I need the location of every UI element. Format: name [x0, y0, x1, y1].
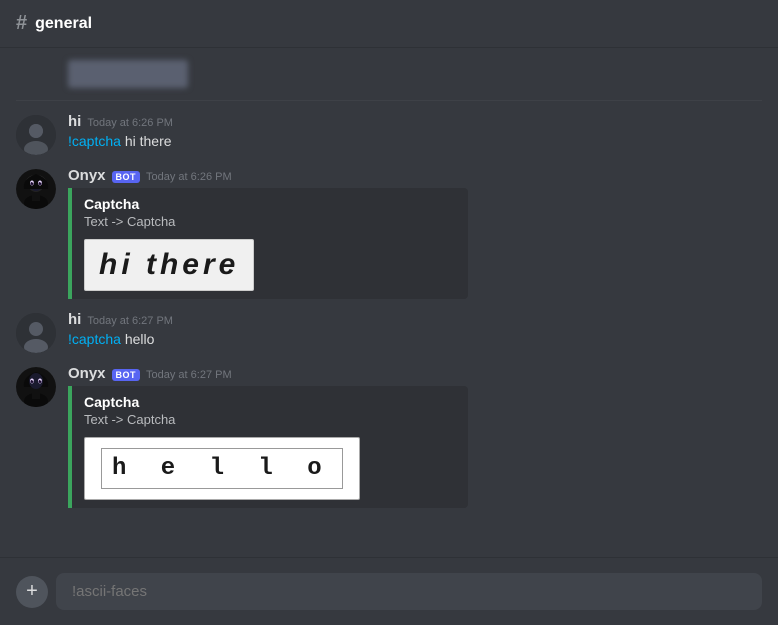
captcha-text-1: hi there	[99, 248, 239, 281]
avatar-hi-1-img	[16, 115, 56, 155]
channel-name: general	[35, 15, 92, 33]
avatar-onyx-2-img	[16, 367, 56, 407]
embed-1: Captcha Text -> Captcha hi there	[68, 188, 468, 299]
avatar-onyx-2	[16, 367, 56, 407]
timestamp-onyx-1: Today at 6:26 PM	[146, 171, 232, 183]
message-rest-hi-2: hello	[121, 331, 154, 347]
username-hi-2: hi	[68, 311, 81, 328]
message-group-onyx-1: Onyx BOT Today at 6:26 PM Captcha Text -…	[0, 163, 778, 303]
message-header-hi-1: hi Today at 6:26 PM	[68, 113, 762, 130]
embed-field-1: Text -> Captcha	[84, 214, 456, 229]
message-header-onyx-1: Onyx BOT Today at 6:26 PM	[68, 167, 762, 184]
timestamp-hi-1: Today at 6:26 PM	[87, 117, 173, 129]
message-rest-hi-1: hi there	[121, 133, 172, 149]
messages-container: hi Today at 6:26 PM !captcha hi there	[0, 48, 778, 603]
message-text-hi-2: !captcha hello	[68, 330, 762, 350]
timestamp-onyx-2: Today at 6:27 PM	[146, 369, 232, 381]
avatar-hi-1	[16, 115, 56, 155]
input-bar: +	[0, 557, 778, 625]
username-hi-1: hi	[68, 113, 81, 130]
message-text-hi-1: !captcha hi there	[68, 132, 762, 152]
captcha-text-2: h e l l o	[101, 448, 343, 489]
message-content-hi-2: hi Today at 6:27 PM !captcha hello	[68, 311, 762, 353]
message-content-onyx-1: Onyx BOT Today at 6:26 PM Captcha Text -…	[68, 167, 762, 299]
avatar-onyx-1-img	[16, 169, 56, 209]
command-hi-2: !captcha	[68, 331, 121, 347]
blurred-content	[68, 60, 188, 88]
bot-badge-2: BOT	[112, 369, 141, 381]
embed-title-1: Captcha	[84, 196, 456, 212]
timestamp-hi-2: Today at 6:27 PM	[87, 315, 173, 327]
message-header-onyx-2: Onyx BOT Today at 6:27 PM	[68, 365, 762, 382]
divider-1	[16, 100, 762, 101]
blurred-message	[0, 56, 778, 92]
channel-header: # general	[0, 0, 778, 48]
add-file-button[interactable]: +	[16, 576, 48, 608]
hash-icon: #	[16, 12, 27, 35]
captcha-image-2: h e l l o	[84, 437, 360, 500]
avatar-onyx-1	[16, 169, 56, 209]
embed-field-2: Text -> Captcha	[84, 412, 456, 427]
message-group-onyx-2: Onyx BOT Today at 6:27 PM Captcha Text -…	[0, 361, 778, 512]
embed-title-2: Captcha	[84, 394, 456, 410]
avatar-hi-2-img	[16, 313, 56, 353]
captcha-image-1: hi there	[84, 239, 254, 291]
message-group-hi-1: hi Today at 6:26 PM !captcha hi there	[0, 109, 778, 159]
message-content-hi-1: hi Today at 6:26 PM !captcha hi there	[68, 113, 762, 155]
avatar-hi-2	[16, 313, 56, 353]
command-hi-1: !captcha	[68, 133, 121, 149]
bot-badge-1: BOT	[112, 171, 141, 183]
username-onyx-2: Onyx	[68, 365, 106, 382]
username-onyx-1: Onyx	[68, 167, 106, 184]
embed-2: Captcha Text -> Captcha h e l l o	[68, 386, 468, 508]
message-header-hi-2: hi Today at 6:27 PM	[68, 311, 762, 328]
message-group-hi-2: hi Today at 6:27 PM !captcha hello	[0, 307, 778, 357]
message-input[interactable]	[56, 573, 762, 610]
message-content-onyx-2: Onyx BOT Today at 6:27 PM Captcha Text -…	[68, 365, 762, 508]
